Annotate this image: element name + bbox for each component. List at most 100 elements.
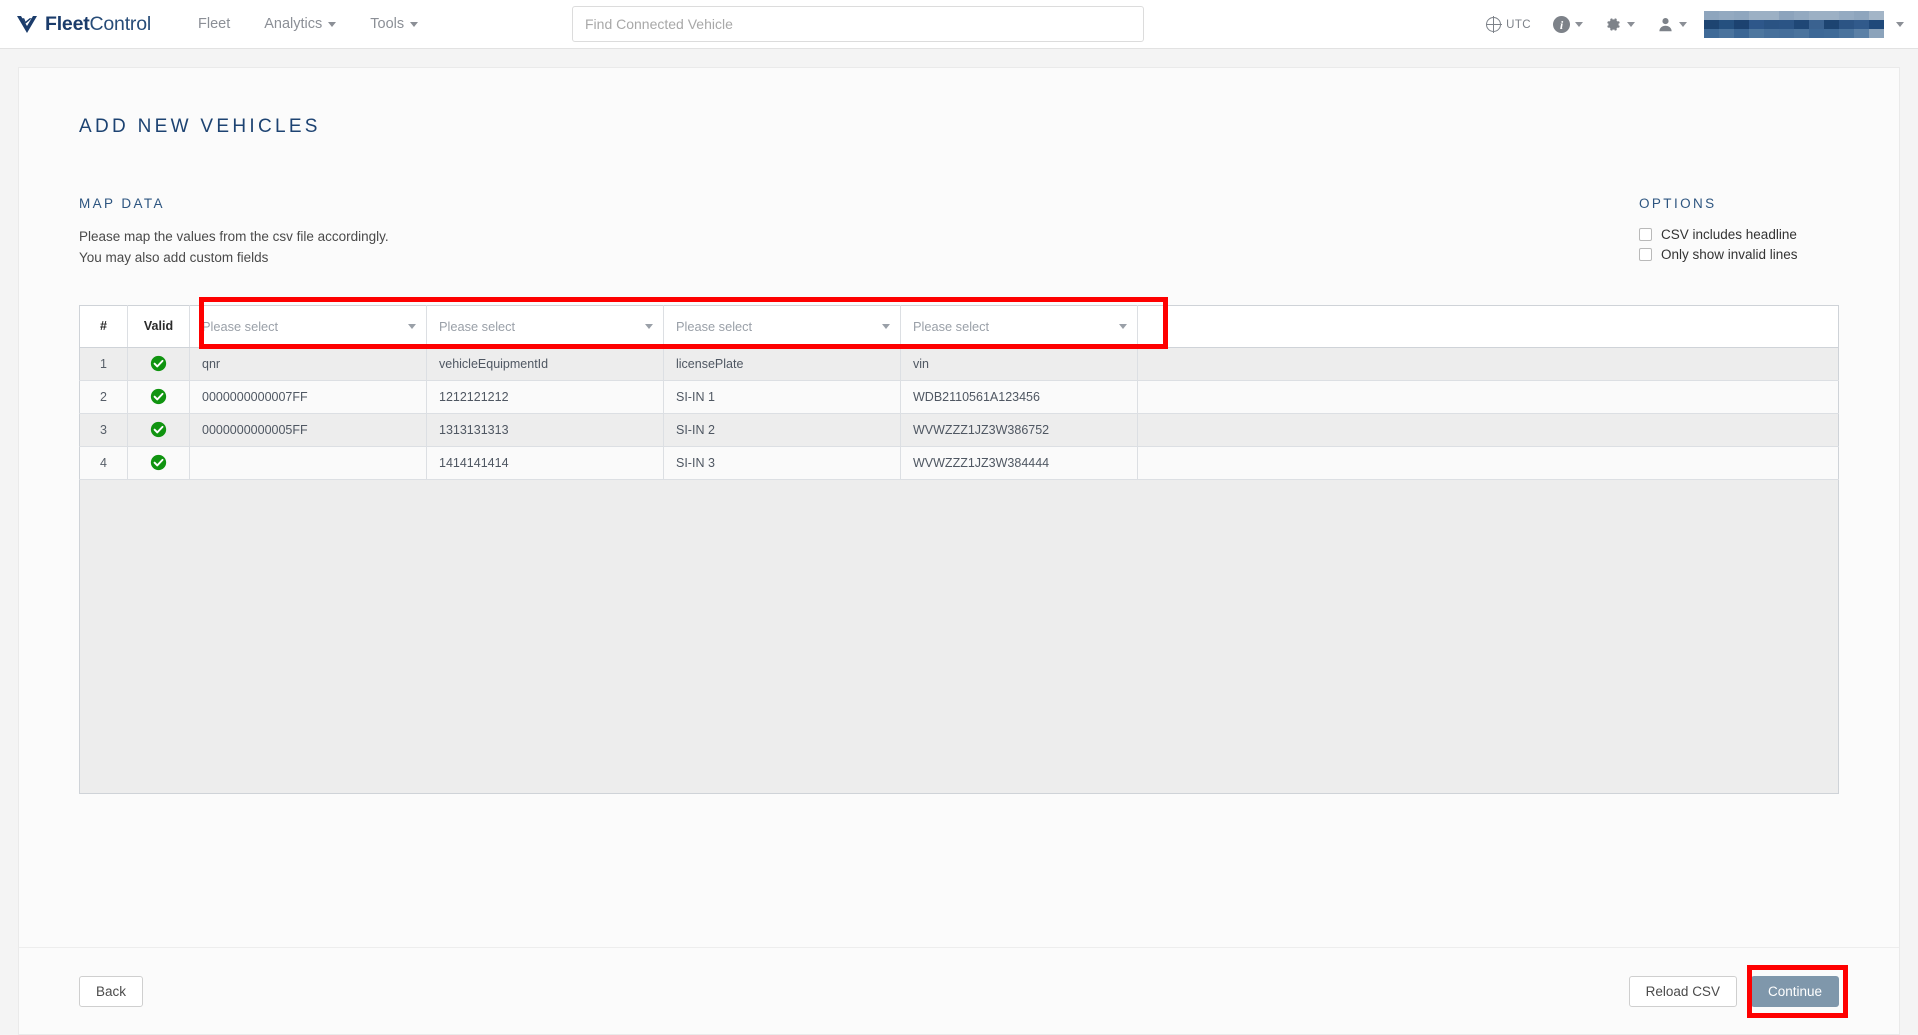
chevron-down-icon: [882, 323, 890, 329]
column-header-valid: Valid: [127, 305, 190, 348]
redaction-tile: [1734, 20, 1749, 29]
map-data-description-line2: You may also add custom fields: [79, 249, 269, 265]
redaction-tile: [1794, 11, 1809, 20]
redaction-tile: [1869, 20, 1884, 29]
main-navigation: Fleet Analytics Tools: [181, 10, 435, 38]
redaction-tile: [1719, 20, 1734, 29]
chevron-down-icon: [1679, 22, 1687, 27]
only-invalid-checkbox[interactable]: [1639, 248, 1652, 261]
table-empty-area: [79, 479, 1839, 794]
mapping-select-2-label: Please select: [439, 318, 516, 334]
redaction-tile: [1854, 11, 1869, 20]
cell-empty: [1137, 446, 1839, 480]
info-menu[interactable]: i: [1542, 0, 1594, 49]
wizard-footer: Back Reload CSV Continue: [18, 947, 1900, 1035]
redaction-tile: [1809, 29, 1824, 38]
redaction-tile: [1794, 29, 1809, 38]
row-number: 4: [79, 446, 128, 480]
nav-item-analytics[interactable]: Analytics: [247, 10, 353, 38]
redaction-tile: [1809, 11, 1824, 20]
chevron-down-icon: [410, 21, 419, 27]
row-valid-status: [127, 413, 190, 447]
redaction-tile: [1854, 20, 1869, 29]
mapping-select-4[interactable]: Please select: [900, 305, 1138, 348]
nav-item-fleet[interactable]: Fleet: [181, 10, 247, 38]
redaction-tile: [1779, 20, 1794, 29]
redaction-tile: [1824, 11, 1839, 20]
brand-text-light: Control: [89, 12, 152, 35]
csv-headline-checkbox[interactable]: [1639, 228, 1652, 241]
mapping-select-1-label: Please select: [202, 318, 279, 334]
reload-csv-button[interactable]: Reload CSV: [1628, 975, 1737, 1007]
redaction-tile: [1764, 29, 1779, 38]
timezone-selector[interactable]: UTC: [1475, 0, 1542, 49]
account-chevron-down-icon[interactable]: [1896, 22, 1904, 27]
brand-logo[interactable]: FleetControl: [16, 13, 151, 36]
continue-button[interactable]: Continue: [1750, 975, 1839, 1007]
redaction-tile: [1824, 20, 1839, 29]
redaction-tile: [1869, 29, 1884, 38]
redaction-tile: [1704, 20, 1719, 29]
redaction-tile: [1719, 11, 1734, 20]
redaction-tile: [1824, 29, 1839, 38]
chevron-down-icon: [408, 323, 416, 329]
cell-col4: WVWZZZ1JZ3W386752: [900, 413, 1138, 447]
map-data-heading: MAP DATA: [79, 196, 165, 211]
row-number: 2: [79, 380, 128, 414]
redaction-tile: [1839, 11, 1854, 20]
options-heading: OPTIONS: [1639, 196, 1717, 211]
user-menu[interactable]: [1646, 0, 1698, 49]
page-body: ADD NEW VEHICLES MAP DATA Please map the…: [0, 49, 1918, 1035]
table-row: 4 1414141414 SI-IN 3 WVWZZZ1JZ3W384444: [79, 446, 1839, 480]
info-icon: i: [1553, 16, 1570, 33]
green-check-icon: [150, 422, 167, 438]
redaction-tile: [1704, 29, 1719, 38]
cell-col4: vin: [900, 347, 1138, 381]
cell-col3: licensePlate: [663, 347, 901, 381]
globe-icon: [1485, 16, 1502, 33]
table-row: 3 0000000000005FF 1313131313 SI-IN 2 WVW…: [79, 413, 1839, 447]
redaction-tile: [1779, 11, 1794, 20]
column-header-empty: [1137, 305, 1839, 348]
table-row: 2 0000000000007FF 1212121212 SI-IN 1 WDB…: [79, 380, 1839, 414]
table-body: 1 qnr vehicleEquipmentId licensePlate vi…: [79, 347, 1839, 480]
nav-item-fleet-label: Fleet: [197, 16, 231, 32]
map-data-text-block: MAP DATA Please map the values from the …: [79, 196, 389, 269]
cell-col3: SI-IN 1: [663, 380, 901, 414]
nav-item-tools[interactable]: Tools: [353, 10, 435, 38]
brand-text: FleetControl: [45, 13, 151, 36]
footer-right-actions: Reload CSV Continue: [1628, 964, 1848, 1018]
cell-col2: vehicleEquipmentId: [426, 347, 664, 381]
settings-menu[interactable]: [1594, 0, 1646, 49]
redaction-tile: [1869, 11, 1884, 20]
mapping-select-2[interactable]: Please select: [426, 305, 664, 348]
row-number: 3: [79, 413, 128, 447]
cell-col1: [189, 446, 427, 480]
redaction-tile: [1839, 29, 1854, 38]
row-number: 1: [79, 347, 128, 381]
redaction-tile: [1719, 29, 1734, 38]
chevron-down-icon: [1627, 22, 1635, 27]
mapping-select-1[interactable]: Please select: [189, 305, 427, 348]
table-header-row: # Valid Please select Please select Plea…: [79, 305, 1839, 348]
only-invalid-label: Only show invalid lines: [1661, 247, 1798, 262]
cell-col4: WDB2110561A123456: [900, 380, 1138, 414]
cell-col2: 1313131313: [426, 413, 664, 447]
option-csv-includes-headline[interactable]: CSV includes headline: [1639, 227, 1839, 242]
mapping-table-zone: # Valid Please select Please select Plea…: [79, 296, 1839, 794]
mapping-select-3[interactable]: Please select: [663, 305, 901, 348]
redaction-tile: [1794, 20, 1809, 29]
green-check-icon: [150, 455, 167, 471]
redaction-tile: [1764, 20, 1779, 29]
option-only-show-invalid-lines[interactable]: Only show invalid lines: [1639, 247, 1839, 262]
green-check-icon: [150, 389, 167, 405]
csv-mapping-table: # Valid Please select Please select Plea…: [79, 304, 1839, 480]
cell-col2: 1414141414: [426, 446, 664, 480]
user-icon: [1659, 18, 1672, 32]
nav-item-tools-label: Tools: [370, 16, 405, 32]
search-input[interactable]: [572, 6, 1144, 42]
back-button[interactable]: Back: [79, 975, 144, 1007]
cell-col3: SI-IN 2: [663, 413, 901, 447]
map-data-section: MAP DATA Please map the values from the …: [79, 196, 1839, 269]
chevron-down-icon: [1119, 323, 1127, 329]
